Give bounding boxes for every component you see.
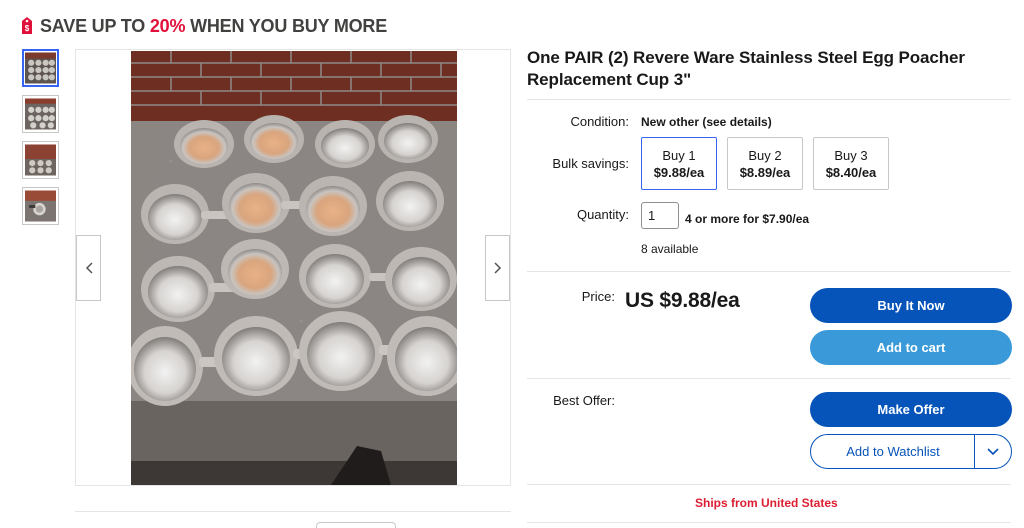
condition-label: Condition: — [570, 114, 629, 129]
promo-banner: $ SAVE UP TO 20% WHEN YOU BUY MORE — [20, 13, 387, 39]
bulk-option-qty: Buy 1 — [662, 147, 696, 163]
main-image-panel — [75, 49, 511, 486]
bulk-option-qty: Buy 2 — [748, 147, 782, 163]
bulk-option-price: $8.40/ea — [825, 164, 877, 180]
bulk-option-price: $8.89/ea — [739, 164, 791, 180]
bulk-option-qty: Buy 3 — [834, 147, 868, 163]
available-count: 8 available — [641, 242, 699, 256]
thumbnail-3[interactable] — [22, 141, 59, 179]
divider — [527, 271, 1011, 272]
add-to-watchlist-button[interactable]: Add to Watchlist — [810, 434, 1012, 469]
thumbnail-image — [25, 190, 56, 222]
bulk-option-buy-1[interactable]: Buy 1 $9.88/ea — [641, 137, 717, 190]
listing-info: One PAIR (2) Revere Ware Stainless Steel… — [527, 47, 1011, 91]
buy-it-now-button[interactable]: Buy It Now — [810, 288, 1012, 323]
promo-percent: 20% — [149, 15, 186, 36]
thumbnail-2[interactable] — [22, 95, 59, 133]
bulk-option-buy-3[interactable]: Buy 3 $8.40/ea — [813, 137, 889, 190]
chevron-right-icon — [493, 262, 501, 274]
bulk-savings-label: Bulk savings: — [552, 156, 629, 171]
make-offer-button[interactable]: Make Offer — [810, 392, 1012, 427]
divider — [527, 522, 1011, 523]
thumbnail-image — [25, 98, 56, 130]
price-value: US $9.88/ea — [625, 289, 740, 312]
watchlist-label: Add to Watchlist — [846, 444, 940, 459]
previous-image-button[interactable] — [76, 235, 101, 301]
thumbnail-image — [25, 144, 56, 176]
ships-from: Ships from United States — [695, 496, 838, 510]
thumbnail-4[interactable] — [22, 187, 59, 225]
divider — [527, 484, 1011, 485]
thumbnail-image — [25, 52, 56, 84]
quantity-label: Quantity: — [576, 207, 629, 222]
add-to-cart-button[interactable]: Add to cart — [810, 330, 1012, 365]
product-image — [131, 51, 457, 485]
bulk-option-price: $9.88/ea — [653, 164, 705, 180]
thumbnail-list — [22, 49, 60, 233]
price-label: Price: — [581, 289, 615, 304]
bulk-option-buy-2[interactable]: Buy 2 $8.89/ea — [727, 137, 803, 190]
gallery-tab[interactable] — [316, 522, 396, 528]
quantity-input[interactable] — [641, 202, 679, 229]
product-photo[interactable] — [131, 51, 457, 485]
condition-value[interactable]: New other (see details) — [641, 115, 772, 129]
thumbnail-1[interactable] — [22, 49, 59, 87]
best-offer-label: Best Offer: — [553, 393, 615, 408]
divider — [527, 378, 1011, 379]
svg-text:$: $ — [25, 24, 30, 33]
chevron-left-icon — [85, 262, 93, 274]
promo-banner-text: SAVE UP TO 20% WHEN YOU BUY MORE — [40, 15, 388, 36]
listing-title: One PAIR (2) Revere Ware Stainless Steel… — [527, 48, 965, 89]
divider — [527, 99, 1011, 100]
chevron-down-icon — [987, 447, 999, 455]
watchlist-dropdown-toggle[interactable] — [974, 435, 1011, 468]
price-tag-icon: $ — [22, 17, 32, 34]
divider — [75, 511, 511, 512]
quantity-deal: 4 or more for $7.90/ea — [685, 212, 810, 226]
